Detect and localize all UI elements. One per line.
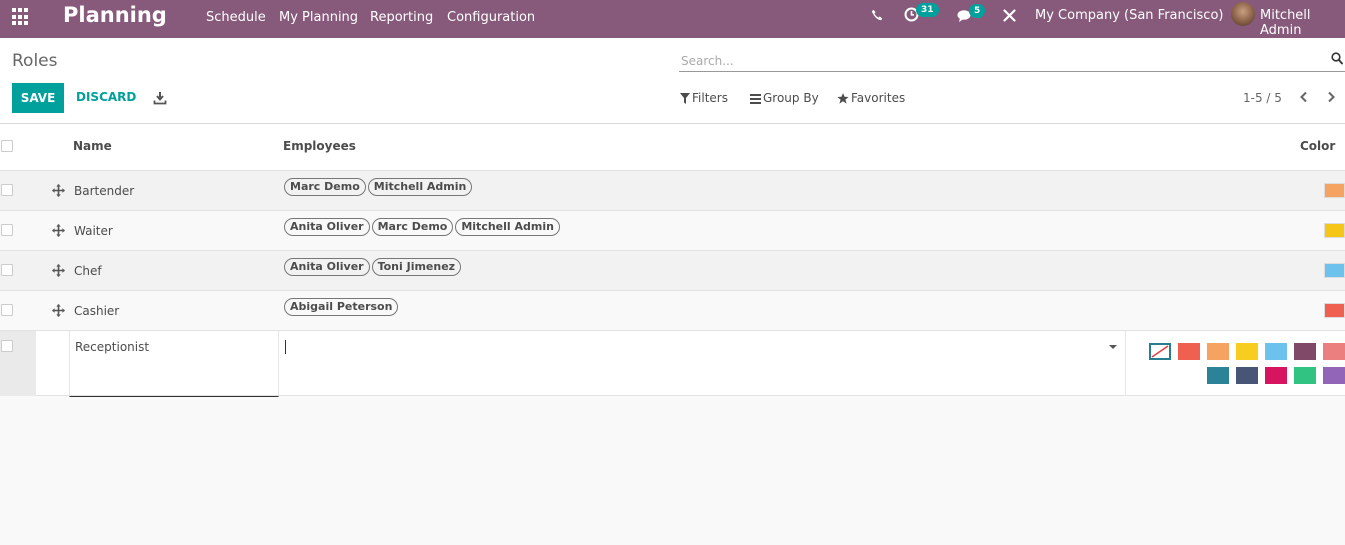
row-checkbox[interactable]	[1, 340, 13, 352]
role-name: Bartender	[74, 184, 135, 198]
employee-tag[interactable]: Anita Oliver	[284, 258, 370, 276]
role-name: Cashier	[74, 304, 120, 318]
column-header-name[interactable]: Name	[73, 139, 112, 153]
table-row[interactable]: Cashier Abigail Peterson	[0, 290, 1345, 330]
employees-input[interactable]	[280, 331, 1126, 396]
list-header: Name Employees Color	[0, 124, 1345, 170]
employee-tag[interactable]: Anita Oliver	[284, 218, 370, 236]
favorites-label: Favorites	[851, 91, 906, 105]
apps-menu-icon[interactable]	[12, 8, 30, 26]
color-option[interactable]	[1265, 343, 1287, 360]
color-option[interactable]	[1236, 343, 1258, 360]
roles-list: Name Employees Color Bartender Marc Demo…	[0, 124, 1345, 397]
menu-reporting[interactable]: Reporting	[370, 10, 433, 25]
drag-handle-icon[interactable]	[52, 184, 65, 197]
table-row[interactable]: Chef Anita Oliver Toni Jimenez	[0, 250, 1345, 290]
color-swatch[interactable]	[1324, 183, 1345, 198]
row-checkbox[interactable]	[1, 184, 13, 196]
editable-row[interactable]: Receptionist	[0, 330, 1345, 397]
role-name: Waiter	[74, 224, 113, 238]
tools-icon[interactable]	[1003, 9, 1016, 22]
color-option[interactable]	[1178, 343, 1200, 360]
save-button[interactable]: SAVE	[12, 83, 64, 113]
company-switcher[interactable]: My Company (San Francisco)	[1035, 8, 1223, 23]
drag-handle-icon[interactable]	[52, 224, 65, 237]
control-panel: Roles SAVE DISCARD Filters Group By Favo…	[0, 38, 1345, 124]
row-checkbox[interactable]	[1, 304, 13, 316]
column-header-color[interactable]: Color	[1300, 139, 1335, 153]
discard-button[interactable]: DISCARD	[76, 90, 136, 104]
pager-value[interactable]: 1-5 / 5	[1243, 91, 1282, 105]
employee-tag[interactable]: Abigail Peterson	[284, 298, 399, 316]
select-all-checkbox[interactable]	[1, 140, 13, 152]
role-name: Chef	[74, 264, 102, 278]
row-checkbox[interactable]	[1, 264, 13, 276]
color-option[interactable]	[1207, 367, 1229, 384]
top-navbar: Planning Schedule My Planning Reporting …	[0, 0, 1345, 38]
drag-handle-icon[interactable]	[52, 264, 65, 277]
color-option[interactable]	[1294, 367, 1316, 384]
color-option[interactable]	[1207, 343, 1229, 360]
download-icon[interactable]	[153, 91, 167, 105]
menu-schedule[interactable]: Schedule	[206, 10, 266, 25]
employee-tag[interactable]: Marc Demo	[284, 178, 366, 196]
activity-menu[interactable]: 31	[904, 3, 939, 22]
menu-my-planning[interactable]: My Planning	[279, 10, 358, 25]
column-header-employees[interactable]: Employees	[283, 139, 356, 153]
color-option[interactable]	[1236, 367, 1258, 384]
filters-label: Filters	[692, 91, 728, 105]
color-option[interactable]	[1323, 343, 1345, 360]
employee-tags: Anita Oliver Toni Jimenez	[284, 258, 463, 276]
user-avatar[interactable]	[1231, 2, 1255, 26]
color-swatch[interactable]	[1324, 263, 1345, 278]
row-checkbox[interactable]	[1, 224, 13, 236]
drag-handle-icon[interactable]	[52, 304, 65, 317]
table-row[interactable]: Waiter Anita Oliver Marc Demo Mitchell A…	[0, 210, 1345, 250]
groupby-label: Group By	[763, 91, 819, 105]
search-bar	[679, 50, 1345, 72]
list-icon	[750, 94, 761, 104]
search-icon[interactable]	[1331, 52, 1343, 66]
filter-icon	[680, 93, 690, 104]
groupby-dropdown[interactable]: Group By	[750, 91, 819, 105]
employee-tag[interactable]: Mitchell Admin	[367, 178, 473, 196]
chevron-left-icon[interactable]	[1298, 91, 1310, 103]
color-option[interactable]	[1323, 367, 1345, 384]
list-body: Bartender Marc Demo Mitchell Admin Waite…	[0, 170, 1345, 330]
app-brand[interactable]: Planning	[63, 3, 167, 27]
chevron-right-icon[interactable]	[1325, 91, 1337, 103]
phone-icon[interactable]	[871, 9, 883, 21]
employee-tags: Marc Demo Mitchell Admin	[284, 178, 474, 196]
no-color-icon	[1151, 345, 1169, 358]
color-swatch[interactable]	[1324, 223, 1345, 238]
table-row[interactable]: Bartender Marc Demo Mitchell Admin	[0, 170, 1345, 210]
user-menu[interactable]: Mitchell Admin	[1260, 8, 1345, 38]
filters-dropdown[interactable]: Filters	[680, 91, 728, 105]
employee-tag[interactable]: Mitchell Admin	[455, 218, 560, 236]
employee-tag[interactable]: Marc Demo	[371, 218, 454, 236]
star-icon	[837, 93, 849, 104]
employee-tags: Abigail Peterson	[284, 298, 400, 316]
menu-configuration[interactable]: Configuration	[447, 10, 535, 25]
messages-badge: 5	[969, 4, 986, 18]
breadcrumb: Roles	[12, 51, 58, 71]
color-option[interactable]	[1294, 343, 1316, 360]
caret-down-icon[interactable]	[1109, 345, 1117, 349]
employee-tags: Anita Oliver Marc Demo Mitchell Admin	[284, 218, 562, 236]
text-cursor	[285, 340, 286, 354]
activity-badge: 31	[916, 3, 939, 17]
employee-tag[interactable]: Toni Jimenez	[371, 258, 462, 276]
color-swatch[interactable]	[1324, 303, 1345, 318]
color-option[interactable]	[1265, 367, 1287, 384]
role-name-input[interactable]: Receptionist	[69, 331, 279, 397]
messages-menu[interactable]: 5	[957, 4, 986, 22]
search-input[interactable]	[679, 51, 1319, 71]
no-color-option[interactable]	[1149, 343, 1171, 360]
favorites-dropdown[interactable]: Favorites	[837, 91, 905, 105]
role-name-value: Receptionist	[75, 340, 150, 354]
